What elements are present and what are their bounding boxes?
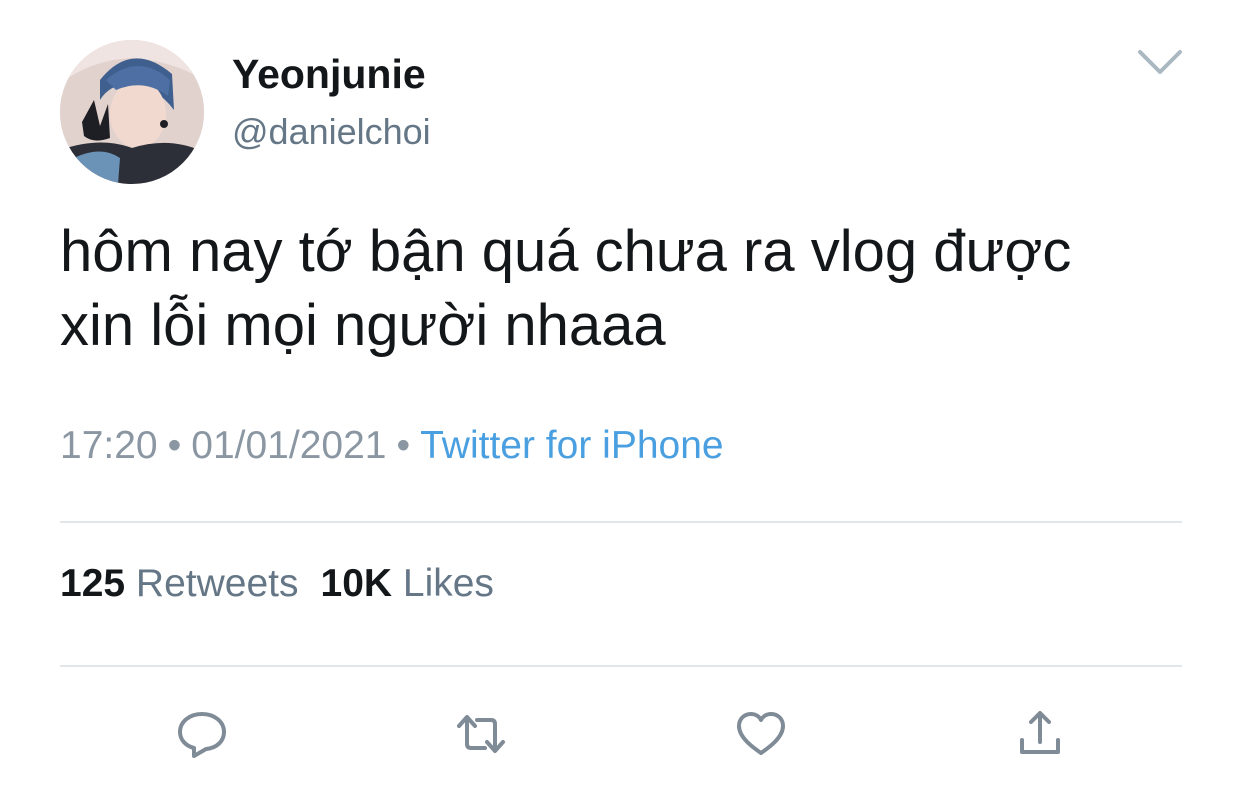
reply-button[interactable] [174, 706, 230, 762]
divider [60, 665, 1182, 667]
meta-separator: • [167, 424, 182, 467]
likes-count: 10K [320, 562, 393, 605]
share-button[interactable] [1012, 706, 1068, 762]
tweet-stats: 125 Retweets 10K Likes [60, 559, 494, 609]
tweet-source-link[interactable]: Twitter for iPhone [420, 424, 723, 467]
tweet-meta: 17:20 • 01/01/2021 • Twitter for iPhone [60, 421, 724, 471]
tweet-text: hôm nay tớ bận quá chưa ra vlog được xin… [60, 215, 1200, 363]
meta-separator: • [396, 424, 411, 467]
retweet-button[interactable] [453, 706, 509, 762]
user-handle[interactable]: @danielchoi [232, 110, 431, 154]
retweets-count: 125 [60, 562, 126, 605]
heart-icon [737, 712, 785, 755]
tweet-text-line: xin lỗi mọi người nhaaa [60, 293, 666, 358]
tweet-time: 17:20 [60, 424, 158, 467]
avatar-photo [60, 40, 204, 184]
display-name[interactable]: Yeonjunie [232, 50, 426, 98]
tweet-date: 01/01/2021 [191, 424, 387, 467]
chevron-down-icon[interactable] [1130, 42, 1190, 86]
retweets-stat[interactable]: 125 Retweets [60, 562, 299, 605]
like-button[interactable] [733, 706, 789, 762]
likes-stat[interactable]: 10K Likes [321, 562, 494, 605]
tweet-text-line: hôm nay tớ bận quá chưa ra vlog được [60, 219, 1072, 284]
divider [60, 521, 1182, 523]
share-icon [1020, 711, 1060, 754]
avatar[interactable] [60, 40, 204, 184]
reply-icon [178, 712, 226, 758]
likes-label: Likes [402, 562, 494, 605]
retweets-label: Retweets [135, 562, 299, 605]
retweet-icon [457, 715, 505, 753]
